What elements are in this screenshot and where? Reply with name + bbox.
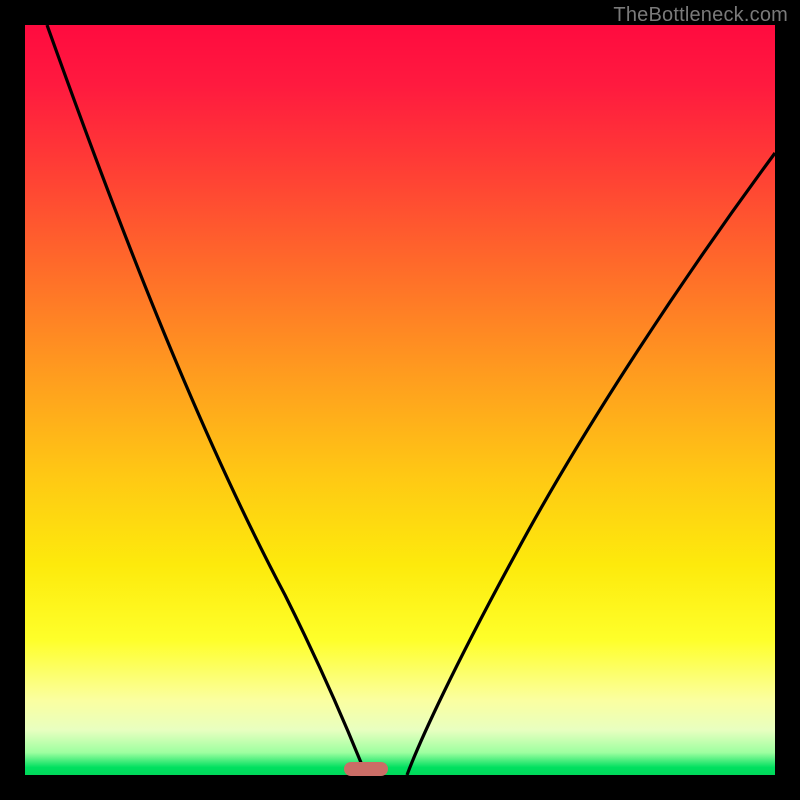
bottleneck-marker (344, 762, 388, 776)
gradient-background (25, 25, 775, 775)
watermark-text: TheBottleneck.com (613, 4, 788, 27)
chart-frame: TheBottleneck.com (0, 0, 800, 800)
